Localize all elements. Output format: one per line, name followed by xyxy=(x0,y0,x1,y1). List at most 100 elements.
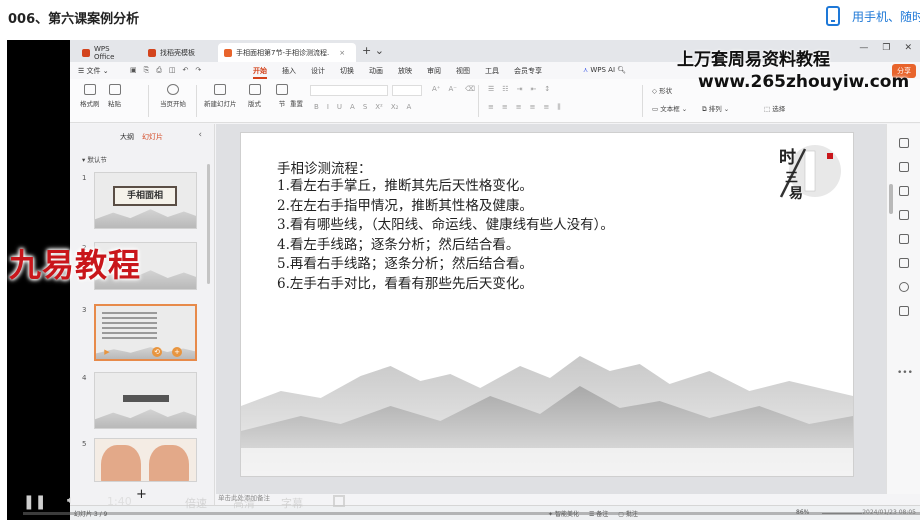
font-color-icon[interactable]: A xyxy=(406,103,411,111)
decrease-font-icon[interactable]: A⁻ xyxy=(448,85,456,93)
font-family-select[interactable] xyxy=(310,85,388,96)
close-window-icon[interactable]: ✕ xyxy=(904,43,912,53)
print-icon[interactable]: ⎙ xyxy=(156,66,162,75)
restore-icon[interactable]: ❐ xyxy=(882,43,890,53)
number-list-icon[interactable]: ☷ xyxy=(502,85,508,93)
shape-icon[interactable] xyxy=(899,258,909,268)
section-label[interactable]: ▾ 默认节 xyxy=(82,154,107,164)
export-icon[interactable]: ⎘ xyxy=(144,66,150,75)
shapes-button[interactable]: ◇ 形状 xyxy=(652,85,672,95)
distribute-icon[interactable]: ≡ xyxy=(544,103,550,112)
menu-file[interactable]: ☰ 文件 ⌄ xyxy=(78,66,109,76)
collapse-panel-icon[interactable]: ‹ xyxy=(198,130,202,140)
slide-option-icon[interactable]: ⟲ xyxy=(152,347,162,357)
style-icon[interactable] xyxy=(899,186,909,196)
menu-animation[interactable]: 动画 xyxy=(369,66,383,79)
volume-icon[interactable]: 🔈︎ xyxy=(67,493,75,508)
superscript-icon[interactable]: X² xyxy=(375,103,383,111)
slide-thumbnail-3[interactable]: ▶ ⟲ + xyxy=(94,304,197,361)
section-button[interactable]: 节 xyxy=(276,84,288,108)
align-center-icon[interactable]: ≡ xyxy=(502,103,508,112)
subscript-icon[interactable]: X₂ xyxy=(391,103,399,111)
format-painter-button[interactable]: 格式刷 xyxy=(80,84,100,108)
tab-outline[interactable]: 大纲 xyxy=(120,132,134,142)
tab-current-document[interactable]: 手相面相第7节-手相诊测流程. × xyxy=(218,43,356,62)
panel-scrollbar[interactable] xyxy=(207,164,210,284)
save-icon[interactable]: ▣ xyxy=(130,66,137,75)
quality-button[interactable]: 高清 xyxy=(233,495,255,511)
tab-template[interactable]: 找稻壳模板 xyxy=(142,43,214,62)
wps-ai-button[interactable]: ⋏ WPS AI 🔍︎ xyxy=(583,66,626,74)
menu-insert[interactable]: 插入 xyxy=(282,66,296,79)
preview-icon[interactable]: ◫ xyxy=(169,66,176,75)
slide-thumbnail-4[interactable] xyxy=(94,372,197,429)
phone-link[interactable]: 用手机、随时 xyxy=(825,6,920,26)
font-size-select[interactable] xyxy=(392,85,422,96)
strikethrough-icon[interactable]: S xyxy=(363,103,367,111)
shadow-icon[interactable]: A xyxy=(350,103,355,111)
paste-label: 粘贴 xyxy=(108,100,121,108)
italic-icon[interactable]: I xyxy=(327,103,329,111)
new-slide-button[interactable]: 新建幻灯片 xyxy=(204,84,237,108)
clear-format-icon[interactable]: ⌫ xyxy=(465,85,475,93)
add-slide-icon[interactable]: + xyxy=(172,347,182,357)
new-tab-icon[interactable]: + ⌄ xyxy=(362,44,384,57)
justify-icon[interactable]: ≡ xyxy=(530,103,536,112)
align-right-icon[interactable]: ≡ xyxy=(516,103,522,112)
menu-slideshow[interactable]: 放映 xyxy=(398,66,412,79)
tab-slides[interactable]: 幻灯片 xyxy=(142,132,163,142)
vertical-scrollbar[interactable] xyxy=(889,184,893,214)
menu-view[interactable]: 视图 xyxy=(456,66,470,79)
pause-icon[interactable]: ❚❚ xyxy=(23,494,46,510)
properties-icon[interactable] xyxy=(899,138,909,148)
template-icon[interactable] xyxy=(899,210,909,220)
slide-thumbnail-panel: 大纲 幻灯片 ‹ ▾ 默认节 1 手相面相 2 3 ▶ ⟲ + 4 5 + xyxy=(70,124,215,520)
current-slide[interactable]: 手相诊测流程： 1.看左右手掌丘，推断其先后天性格变化。 2.在左右手指甲情况，… xyxy=(240,132,854,477)
favorite-icon[interactable] xyxy=(899,162,909,172)
indent-icon[interactable]: ⇥ xyxy=(517,85,523,93)
menu-home[interactable]: 开始 xyxy=(253,66,267,79)
columns-icon[interactable]: ⫼ xyxy=(557,103,560,112)
fullscreen-icon[interactable] xyxy=(333,495,345,507)
slide-content-list: 1.看左右手掌丘，推断其先后天性格变化。 2.在左右手指甲情况，推断其性格及健康… xyxy=(277,177,614,294)
textbox-label: 文本框 xyxy=(660,105,680,113)
menu-transition[interactable]: 切换 xyxy=(340,66,354,79)
play-slide-icon[interactable]: ▶ xyxy=(102,347,112,357)
ai-icon: ⋏ xyxy=(583,66,589,74)
underline-icon[interactable]: U xyxy=(337,103,342,111)
outdent-icon[interactable]: ⇤ xyxy=(530,85,536,93)
textbox-button[interactable]: ▭ 文本框 ⌄ xyxy=(652,103,687,113)
slide-thumbnail-5[interactable] xyxy=(94,438,197,482)
select-button[interactable]: ⬚ 选择 xyxy=(764,103,785,113)
phone-icon xyxy=(825,6,840,26)
menu-design[interactable]: 设计 xyxy=(311,66,325,79)
undo-icon[interactable]: ↶ xyxy=(182,66,188,75)
video-player[interactable]: WPS Office 找稻壳模板 手相面相第7节-手相诊测流程. × + ⌄ —… xyxy=(7,40,920,520)
arrange-button[interactable]: ⧉ 排列 ⌄ xyxy=(702,103,729,114)
phone-link-text[interactable]: 用手机、随时 xyxy=(852,8,920,25)
tools-icon[interactable] xyxy=(899,234,909,244)
align-left-icon[interactable]: ≡ xyxy=(488,103,494,112)
increase-font-icon[interactable]: A⁺ xyxy=(432,85,440,93)
close-tab-icon[interactable]: × xyxy=(339,49,345,57)
speed-button[interactable]: 倍速 xyxy=(185,495,207,511)
redo-icon[interactable]: ↷ xyxy=(195,66,201,75)
line-spacing-icon[interactable]: ↕ xyxy=(544,85,550,93)
help-icon[interactable] xyxy=(899,282,909,292)
more-icon[interactable]: ••• xyxy=(897,368,913,378)
settings-icon[interactable] xyxy=(899,306,909,316)
menu-member[interactable]: 会员专享 xyxy=(514,66,542,79)
reset-button[interactable]: 重置 xyxy=(290,84,303,108)
paste-button[interactable]: 粘贴 xyxy=(108,84,121,108)
layout-button[interactable]: 版式 xyxy=(248,84,261,108)
video-progress-bar[interactable] xyxy=(23,512,920,515)
menu-review[interactable]: 审阅 xyxy=(427,66,441,79)
tab-wps-office[interactable]: WPS Office xyxy=(76,43,138,62)
subtitle-button[interactable]: 字幕 xyxy=(281,495,303,511)
slide-thumbnail-1[interactable]: 手相面相 xyxy=(94,172,197,229)
minimize-icon[interactable]: — xyxy=(859,43,868,53)
play-from-current-button[interactable]: 当页开始 xyxy=(160,84,186,108)
bold-icon[interactable]: B xyxy=(314,103,319,111)
menu-tools[interactable]: 工具 xyxy=(485,66,499,79)
bullet-list-icon[interactable]: ☰ xyxy=(488,85,494,93)
